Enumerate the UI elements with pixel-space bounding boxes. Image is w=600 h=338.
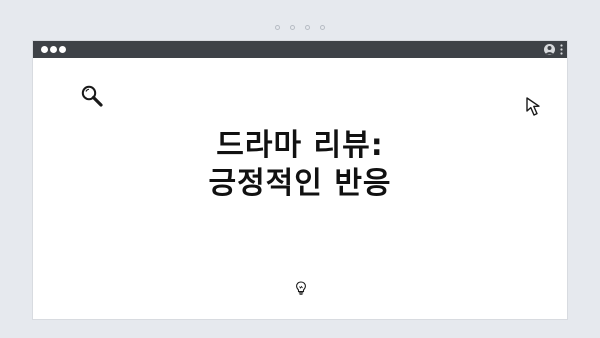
pager-dots	[0, 25, 600, 30]
window-control-dot[interactable]	[41, 46, 48, 53]
search-icon[interactable]	[80, 84, 104, 108]
window-control-dot[interactable]	[59, 46, 66, 53]
profile-icon[interactable]	[544, 44, 555, 55]
pager-dot	[290, 25, 295, 30]
page-title: 드라마 리뷰: 긍정적인 반응	[33, 127, 567, 203]
browser-window: 드라마 리뷰: 긍정적인 반응	[33, 41, 567, 319]
page-background: 드라마 리뷰: 긍정적인 반응	[0, 0, 600, 338]
pager-dot	[305, 25, 310, 30]
title-line-2: 긍정적인 반응	[208, 166, 392, 201]
pager-dot	[275, 25, 280, 30]
kebab-menu-icon[interactable]	[560, 44, 563, 55]
pager-dot	[320, 25, 325, 30]
window-control-dot[interactable]	[50, 46, 57, 53]
window-titlebar	[33, 41, 567, 58]
cursor-arrow-icon	[525, 96, 547, 118]
lightbulb-icon	[293, 280, 309, 296]
title-line-1: 드라마 리뷰:	[216, 128, 384, 163]
